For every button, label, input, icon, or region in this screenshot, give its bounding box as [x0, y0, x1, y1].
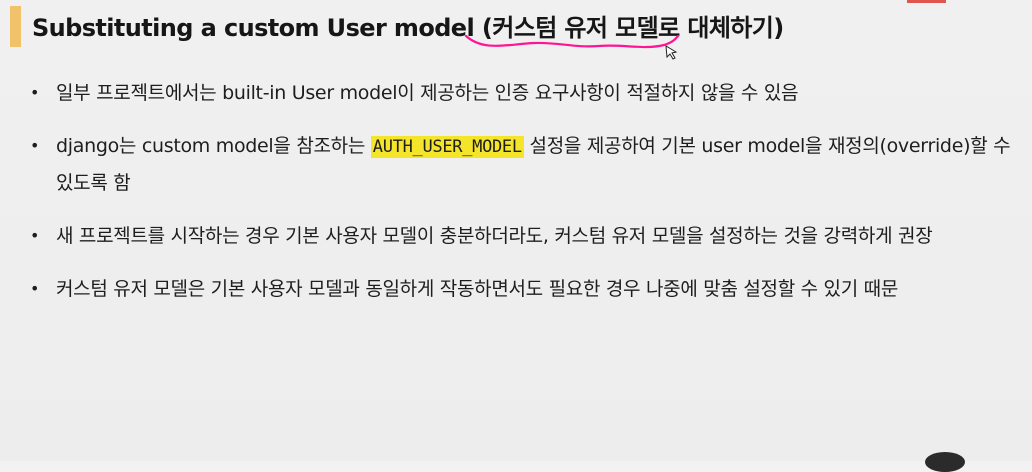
- pen-annotation-underline: [464, 34, 680, 49]
- bullet-text: 새 프로젝트를 시작하는 경우 기본 사용자 모델이 충분하더라도, 커스텀 유…: [56, 225, 933, 247]
- bullet-item: • django는 custom model을 참조하는 AUTH_USER_M…: [30, 128, 1020, 201]
- pen-cursor-icon: [665, 45, 678, 60]
- bullet-text: 커스텀 유저 모델은 기본 사용자 모델과 동일하게 작동하면서도 필요한 경우…: [56, 278, 899, 300]
- presenter-avatar-edge: [925, 452, 965, 472]
- title-accent-bar: [10, 6, 21, 47]
- bullet-dot: •: [30, 83, 40, 102]
- bullet-dot: •: [30, 226, 40, 245]
- bullet-item: • 일부 프로젝트에서는 built-in User model이 제공하는 인…: [30, 75, 1020, 111]
- bullet-item: • 커스텀 유저 모델은 기본 사용자 모델과 동일하게 작동하면서도 필요한 …: [30, 271, 1020, 307]
- bullet-dot: •: [30, 279, 40, 298]
- top-right-mark: [907, 0, 946, 3]
- bullet-item: • 새 프로젝트를 시작하는 경우 기본 사용자 모델이 충분하더라도, 커스텀…: [30, 218, 1020, 254]
- slide: Substituting a custom User model (커스텀 유저…: [0, 0, 1032, 472]
- bullet-text: django는 custom model을 참조하는: [56, 135, 371, 157]
- bullet-dot: •: [30, 136, 40, 155]
- highlighted-code-setting: AUTH_USER_MODEL: [370, 136, 524, 158]
- bullet-list: • 일부 프로젝트에서는 built-in User model이 제공하는 인…: [30, 75, 1020, 307]
- bullet-text: 일부 프로젝트에서는 built-in User model이 제공하는 인증 …: [56, 82, 799, 104]
